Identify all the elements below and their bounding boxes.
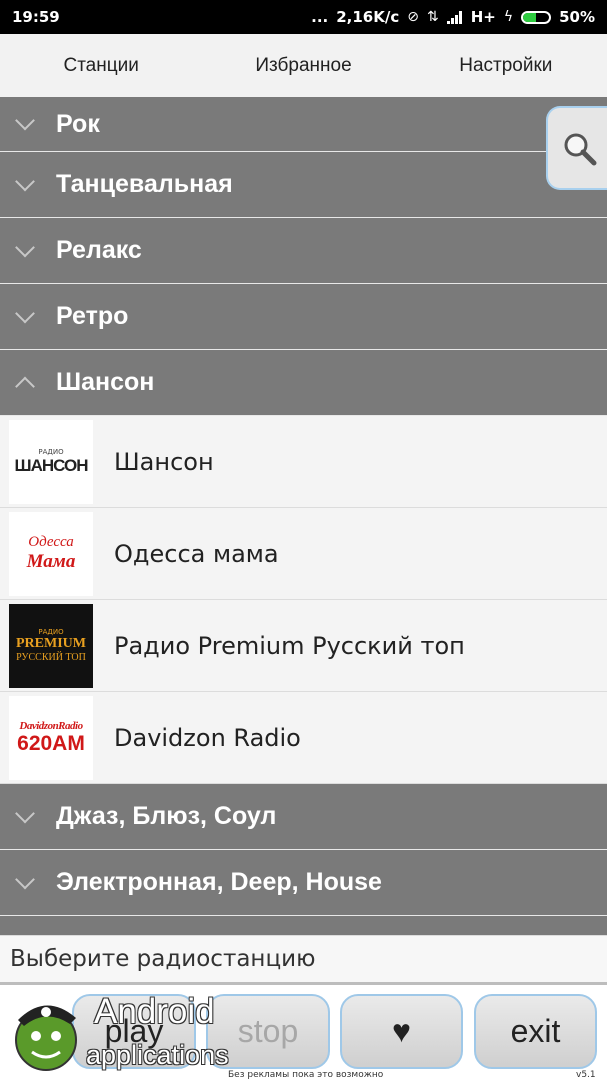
logo-wordmark: ШАНСОН	[14, 455, 89, 475]
station-name: Одесса мама	[114, 539, 279, 568]
category-chanson[interactable]: Шансон	[0, 350, 607, 416]
search-icon	[564, 133, 597, 166]
network-speed: 2,16K/c	[336, 8, 400, 26]
watermark-line2: applications	[86, 1040, 229, 1070]
station-logo: РАДИО PREMIUM РУССКИЙ ТОП	[9, 603, 93, 688]
battery-level-fill	[523, 12, 537, 22]
status-bar: 19:59 ... 2,16K/c ⊘ ⇅ H+ ϟ 50%	[0, 0, 607, 34]
category-relax[interactable]: Релакс	[0, 218, 607, 284]
search-button[interactable]	[546, 106, 607, 190]
android-mascot-icon	[15, 1005, 77, 1071]
category-retro[interactable]: Ретро	[0, 284, 607, 350]
station-logo: Одесса Мама	[9, 511, 93, 596]
logo-wordmark-2: 620AM	[17, 731, 85, 755]
logo-caption: РАДИО	[38, 628, 64, 636]
station-item-chanson[interactable]: РАДИО ШАНСОН Шансон	[0, 416, 607, 508]
status-time: 19:59	[12, 8, 60, 26]
logo-wordmark: DavidzonRadio	[19, 719, 83, 732]
station-item-davidzon[interactable]: DavidzonRadio 620AM Davidzon Radio	[0, 692, 607, 784]
station-name: Davidzon Radio	[114, 723, 301, 752]
chevron-down-icon	[15, 110, 35, 131]
status-indicators: ... 2,16K/c ⊘ ⇅ H+ ϟ 50%	[311, 8, 595, 26]
signal-icon	[446, 10, 462, 24]
data-transfer-icon: ⇅	[426, 9, 439, 25]
logo-wordmark-2: Мама	[26, 551, 76, 572]
category-dance[interactable]: Танцевальная	[0, 152, 607, 218]
category-label: Ретро	[56, 302, 129, 330]
chevron-down-icon	[15, 869, 35, 889]
category-jazz[interactable]: Джаз, Блюз, Соул	[0, 784, 607, 850]
station-name: Радио Premium Русский топ	[114, 631, 465, 660]
logo-wordmark: PREMIUM	[16, 636, 86, 651]
network-type: H+	[470, 8, 496, 26]
now-playing-text: Выберите радиостанцию	[10, 946, 316, 972]
watermark: Android applications	[10, 990, 250, 1076]
category-label: Электронная, Deep, House	[56, 868, 382, 896]
category-label: Джаз, Блюз, Соул	[56, 802, 277, 830]
category-label: Шансон	[56, 368, 155, 396]
chevron-up-icon	[15, 376, 35, 396]
logo-wordmark-2: РУССКИЙ ТОП	[16, 652, 86, 663]
heart-icon: ♥	[392, 1013, 411, 1049]
watermark-line1: Android	[94, 992, 215, 1031]
battery-percent: 50%	[559, 8, 595, 26]
chevron-down-icon	[15, 303, 35, 323]
station-item-odessa-mama[interactable]: Одесса Мама Одесса мама	[0, 508, 607, 600]
category-label: Рок	[56, 109, 100, 138]
logo-wordmark: Одесса	[28, 534, 74, 550]
exit-label: exit	[510, 1013, 561, 1049]
station-name: Шансон	[114, 447, 214, 476]
chevron-down-icon	[15, 237, 35, 257]
status-dots: ...	[311, 8, 329, 26]
chevron-down-icon	[15, 803, 35, 823]
version-label: v5.1	[576, 1070, 596, 1080]
tab-bar: Станции Избранное Настройки	[0, 34, 607, 97]
station-list[interactable]: Рок Танцевальная Релакс Ретро Шансон РАД…	[0, 97, 607, 935]
category-next[interactable]	[0, 916, 607, 935]
station-logo: DavidzonRadio 620AM	[9, 695, 93, 780]
category-electronic[interactable]: Электронная, Deep, House	[0, 850, 607, 916]
tab-settings[interactable]: Настройки	[405, 55, 607, 77]
battery-icon	[521, 10, 552, 24]
bell-off-icon: ⊘	[407, 9, 419, 25]
station-logo: РАДИО ШАНСОН	[9, 419, 93, 504]
charging-icon: ϟ	[503, 9, 514, 25]
exit-button[interactable]: exit	[474, 994, 597, 1069]
chevron-down-icon	[15, 171, 35, 191]
station-item-premium[interactable]: РАДИО PREMIUM РУССКИЙ ТОП Радио Premium …	[0, 600, 607, 692]
tab-favorites[interactable]: Избранное	[202, 55, 404, 77]
logo-caption: РАДИО	[38, 447, 64, 456]
category-label: Танцевальная	[56, 170, 233, 198]
category-label: Релакс	[56, 236, 142, 264]
favorite-button[interactable]: ♥	[340, 994, 463, 1069]
footnote: Без рекламы пока это возможно	[228, 1070, 384, 1080]
tab-stations[interactable]: Станции	[0, 55, 202, 77]
category-rock[interactable]: Рок	[0, 97, 607, 152]
now-playing-bar: Выберите радиостанцию	[0, 935, 607, 985]
